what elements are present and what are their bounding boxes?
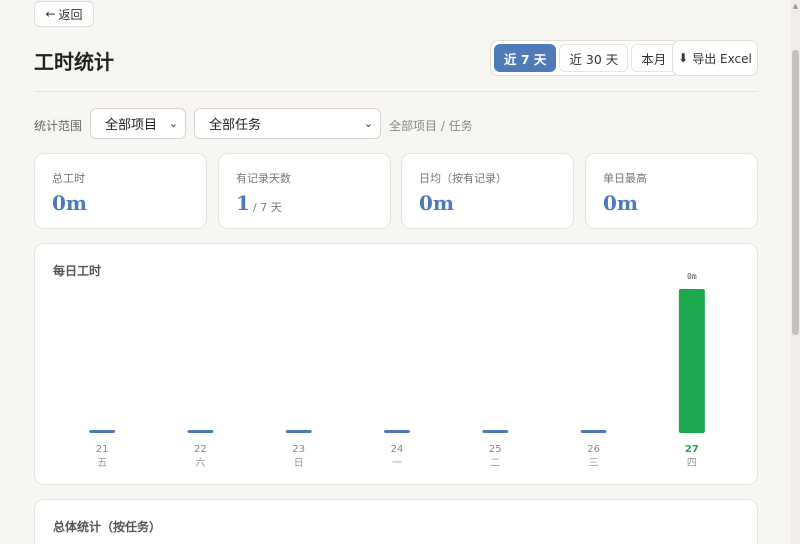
chevron-down-icon: ⌄ [168, 117, 178, 130]
chart-x-tick-label: 23 [292, 444, 305, 455]
stat-max-value: 0m [603, 191, 639, 215]
scroll-thumb[interactable] [792, 50, 799, 335]
range-30-days-button[interactable]: 近 30 天 [559, 44, 629, 72]
chart-bar-23 [285, 430, 312, 433]
page-title: 工时统计 [34, 50, 114, 74]
task-select[interactable]: 全部任务 ⌄ [194, 108, 381, 139]
chart-weekday-label: 四 [687, 458, 697, 469]
chart-x-tick-label: 25 [489, 444, 502, 455]
back-label: 返回 [58, 7, 83, 22]
chart-x-tick-label: 27 [685, 444, 699, 455]
stat-days-label: 有记录天数 [236, 172, 291, 185]
export-label: 导出 Excel [692, 51, 752, 66]
chart-x-tick-label: 21 [96, 444, 109, 455]
chart-weekday-label: 五 [97, 458, 107, 469]
export-excel-button[interactable]: ⬇ 导出 Excel [672, 40, 758, 76]
chart-x-tick-label: 24 [391, 444, 404, 455]
stat-card-daily-avg: 日均（按有记录） 0m [401, 153, 574, 229]
chart-weekday-label: 一 [392, 458, 402, 469]
project-select-value: 全部项目 [105, 118, 158, 133]
chart-bar-21 [89, 430, 116, 433]
total-stats-title: 总体统计（按任务） [53, 520, 162, 534]
stat-avg-value: 0m [419, 191, 455, 215]
chart-weekday-label: 三 [589, 458, 599, 469]
chart-weekday-label: 日 [294, 458, 304, 469]
chart-data-label: 0m [687, 272, 697, 281]
range-7-days-button[interactable]: 近 7 天 [494, 44, 557, 72]
stat-total-label: 总工时 [52, 172, 85, 185]
vertical-scrollbar[interactable]: ▲ [791, 0, 800, 544]
stat-days-value: 1 [236, 191, 250, 215]
header-divider [34, 91, 758, 92]
total-stats-card: 总体统计（按任务） [34, 499, 758, 544]
download-icon: ⬇ [678, 51, 689, 65]
stat-card-days: 有记录天数 1 / 7 天 [218, 153, 391, 229]
stat-avg-label: 日均（按有记录） [419, 172, 507, 185]
chart-x-tick-label: 22 [194, 444, 207, 455]
chart-bar-26 [580, 430, 607, 433]
scroll-up-icon[interactable]: ▲ [791, 2, 800, 10]
chevron-down-icon: ⌄ [363, 117, 373, 130]
stat-card-max-day: 单日最高 0m [585, 153, 758, 229]
range-toggle: 近 7 天 近 30 天 本月 [490, 40, 681, 76]
daily-hours-chart: 21 五 22 六 23 日 24 一 25 二 26 三 0m 27 四 [89, 272, 705, 469]
stat-card-total: 总工时 0m [34, 153, 207, 229]
filter-label: 统计范围 [34, 119, 83, 133]
chart-weekday-label: 二 [490, 458, 500, 469]
chart-bar-27 [678, 289, 705, 433]
project-select[interactable]: 全部项目 ⌄ [90, 108, 186, 139]
chart-x-tick-label: 26 [587, 444, 600, 455]
filter-breadcrumb: 全部项目 / 任务 [389, 119, 473, 133]
task-select-value: 全部任务 [209, 118, 262, 133]
stat-max-label: 单日最高 [603, 172, 647, 185]
page: ← 返回 工时统计 近 7 天 近 30 天 本月 ⬇ 导出 Excel 统计范… [0, 0, 800, 544]
chart-bar-25 [482, 430, 509, 433]
back-button[interactable]: ← 返回 [34, 1, 94, 27]
chart-weekday-label: 六 [195, 457, 205, 469]
chart-bar-24 [384, 430, 410, 433]
daily-hours-chart-card: 每日工时 21 五 22 六 23 日 24 一 25 二 26 三 0m 27 四 [34, 243, 758, 485]
stat-total-value: 0m [52, 191, 88, 215]
arrow-left-icon: ← [45, 7, 56, 21]
stat-days-suffix: / 7 天 [253, 201, 282, 214]
chart-bar-22 [187, 430, 214, 433]
range-this-month-button[interactable]: 本月 [631, 44, 677, 72]
